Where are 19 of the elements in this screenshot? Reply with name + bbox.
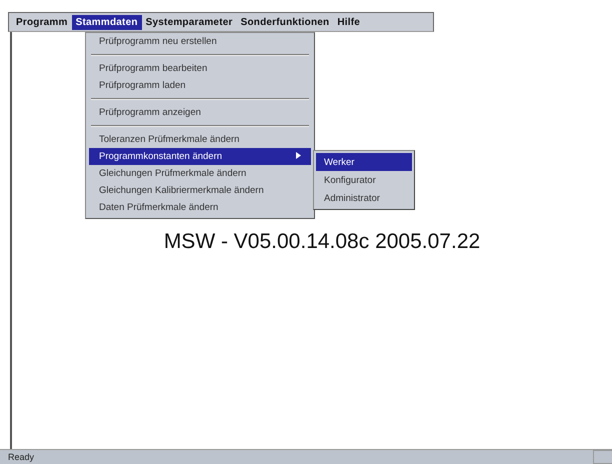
menu-item[interactable]: Stammdaten xyxy=(72,14,142,30)
menu-item[interactable]: Konfigurator xyxy=(316,171,412,189)
menu-item[interactable]: Toleranzen Prüfmerkmale ändern xyxy=(89,131,311,148)
menu-item[interactable]: Sonderfunktionen xyxy=(236,14,334,30)
menu-item[interactable]: Hilfe xyxy=(333,14,364,30)
menu-item[interactable]: Prüfprogramm bearbeiten xyxy=(89,60,311,77)
menu-item[interactable]: Daten Prüfmerkmale ändern xyxy=(89,199,311,216)
status-text: Ready xyxy=(8,452,34,462)
menu-item[interactable]: Werker xyxy=(316,153,412,171)
menu-item[interactable]: Gleichungen Kalibriermerkmale ändern xyxy=(89,182,311,199)
menu-item[interactable]: Systemparameter xyxy=(142,14,237,30)
menu-item[interactable]: Prüfprogramm laden xyxy=(89,77,311,94)
menu-item[interactable]: Prüfprogramm neu erstellen xyxy=(89,33,311,50)
menu-item[interactable]: Administrator xyxy=(316,189,412,207)
menu-item[interactable]: Gleichungen Prüfmerkmale ändern xyxy=(89,165,311,182)
menu-item[interactable]: Programmkonstanten ändern xyxy=(89,148,311,165)
menu-item[interactable]: Prüfprogramm anzeigen xyxy=(89,104,311,121)
menu-item[interactable]: Programm xyxy=(12,14,72,30)
version-text: MSW - V05.00.14.08c 2005.07.22 xyxy=(164,230,480,254)
